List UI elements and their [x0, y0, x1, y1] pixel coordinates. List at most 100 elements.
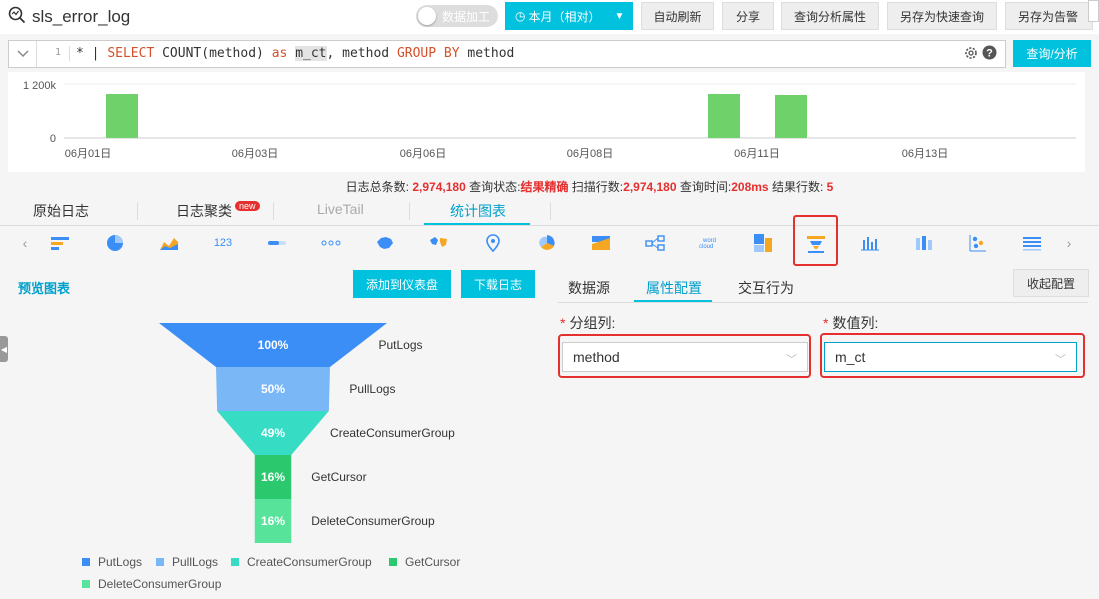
funnel-category-label: GetCursor [311, 470, 366, 484]
column-chart-icon[interactable] [913, 232, 935, 254]
time-label: 查询时间: [679, 180, 732, 194]
collapse-config-button[interactable]: 收起配置 [1013, 269, 1089, 297]
query-rest: , method [326, 46, 397, 61]
value-column-text: 数值列: [832, 315, 879, 331]
svg-text:cloud: cloud [699, 244, 713, 250]
legend-label[interactable]: CreateConsumerGroup [247, 555, 372, 569]
word-cloud-icon[interactable]: word cloud [698, 232, 720, 254]
clock-icon: ◷ [515, 9, 526, 23]
log-histogram: 1 200k 0 06月01日 06月03日 06月06日 06月08日 06月… [8, 72, 1085, 172]
tab-divider [409, 202, 410, 220]
funnel-category-label: DeleteConsumerGroup [311, 514, 435, 528]
legend-label[interactable]: PutLogs [98, 555, 142, 569]
funnel-percent-label: 49% [261, 426, 285, 440]
auto-refresh-button[interactable]: 自动刷新 [641, 2, 714, 30]
hist-bar[interactable] [708, 94, 740, 138]
treemap-icon[interactable] [752, 232, 774, 254]
status-label: 查询状态: [469, 180, 521, 194]
query-editor[interactable]: 1 * | SELECT COUNT(method) as m_ct, meth… [8, 40, 1006, 68]
kw-as: as [271, 46, 288, 61]
logstore-title: sls_error_log [32, 6, 131, 26]
rows-label: 结果行数: [771, 180, 824, 194]
legend-swatch[interactable] [389, 558, 397, 566]
table-chart-icon[interactable] [49, 232, 71, 254]
group-column-text: 分组列: [569, 315, 616, 331]
pie-chart-icon[interactable] [104, 232, 126, 254]
tab-stats-chart[interactable]: 统计图表 [450, 201, 506, 221]
funnel-percent-label: 16% [261, 514, 285, 528]
query-tail: method [459, 46, 515, 61]
tab-interaction[interactable]: 交互行为 [738, 278, 794, 298]
rose-chart-icon[interactable] [536, 232, 558, 254]
query-arg: (method) [201, 46, 272, 61]
world-map-icon[interactable] [428, 232, 450, 254]
legend-swatch[interactable] [82, 580, 90, 588]
save-quick-query-button[interactable]: 另存为快速查询 [887, 2, 997, 30]
hist-bar[interactable] [775, 95, 807, 138]
tree-icon[interactable] [644, 232, 666, 254]
flow-chart-icon[interactable] [320, 232, 342, 254]
legend-swatch[interactable] [231, 558, 239, 566]
number-chart-icon[interactable]: 123 [212, 232, 234, 254]
area-chart-icon[interactable] [158, 232, 180, 254]
tab-livetail[interactable]: LiveTail [317, 201, 364, 217]
funnel-chart: 100% PutLogs 50% PullLogs 49% CreateConsumerG… [82, 323, 460, 591]
china-map-icon[interactable] [374, 232, 396, 254]
group-column-label: * 分组列: [560, 313, 615, 333]
config-panel: 数据源 属性配置 交互行为 收起配置 * 分组列: * 数值列: method ﹀ … [558, 266, 1099, 599]
histogram-svg: 1 200k 0 06月01日 06月03日 06月06日 06月08日 06月… [23, 80, 1076, 160]
value-column-select[interactable]: m_ct ﹀ [824, 342, 1077, 372]
time-value: 208ms [731, 180, 769, 194]
scrollbar[interactable] [1088, 0, 1099, 22]
legend-label[interactable]: GetCursor [405, 555, 460, 569]
funnel-percent-label: 16% [261, 470, 285, 484]
editor-icons: ? [964, 45, 997, 63]
fn-count: COUNT [162, 46, 202, 61]
query-props-button[interactable]: 查询分析属性 [781, 2, 879, 30]
sankey-icon[interactable] [590, 232, 612, 254]
share-button[interactable]: 分享 [722, 2, 774, 30]
tab-divider [273, 202, 274, 220]
query-star: * | [76, 46, 108, 61]
hist-bar[interactable] [106, 94, 138, 138]
list-icon[interactable] [1021, 232, 1043, 254]
gear-icon[interactable] [964, 46, 978, 63]
tab-log-cluster[interactable]: 日志聚类 new [176, 201, 260, 221]
toggle-knob [418, 7, 436, 25]
scroll-right-icon[interactable]: › [1058, 232, 1080, 254]
scroll-left-icon[interactable]: ‹ [14, 232, 36, 254]
scan-value: 2,974,180 [623, 180, 677, 194]
value-column-value: m_ct [835, 349, 866, 365]
total-value: 2,974,180 [412, 180, 466, 194]
funnel-category-label: CreateConsumerGroup [330, 426, 455, 440]
legend-label[interactable]: DeleteConsumerGroup [98, 577, 222, 591]
scatter-icon[interactable] [967, 232, 989, 254]
data-process-label: 数据加工 [442, 9, 491, 24]
query-space [287, 46, 295, 61]
line-number: 1 [55, 47, 62, 58]
legend-swatch[interactable] [156, 558, 164, 566]
legend-label[interactable]: PullLogs [172, 555, 218, 569]
chevron-down-icon[interactable] [9, 41, 37, 67]
tab-data-source[interactable]: 数据源 [568, 278, 610, 298]
bar-chart-icon[interactable] [859, 232, 881, 254]
query-text[interactable]: * | SELECT COUNT(method) as m_ct, method… [69, 46, 514, 61]
new-badge: new [235, 201, 260, 211]
svg-text:?: ? [986, 48, 993, 60]
time-range-button[interactable]: ◷ 本月（相对） ▼ [505, 2, 633, 30]
tab-props-config[interactable]: 属性配置 [646, 278, 702, 298]
group-column-select[interactable]: method ﹀ [562, 342, 808, 372]
legend-swatch[interactable] [82, 558, 90, 566]
data-process-toggle[interactable]: 数据加工 [416, 5, 498, 27]
amap-icon[interactable] [482, 232, 504, 254]
caret-down-icon: ▼ [614, 10, 625, 22]
save-alert-button[interactable]: 另存为告警 [1005, 2, 1093, 30]
value-column-label: * 数值列: [823, 313, 878, 333]
status-value: 结果精确 [520, 180, 569, 194]
tab-raw-logs[interactable]: 原始日志 [33, 201, 89, 221]
hist-xtick: 06月13日 [902, 148, 948, 160]
progress-bar-icon[interactable] [266, 232, 288, 254]
config-tabs-divider [558, 302, 1088, 303]
query-analyze-button[interactable]: 查询/分析 [1013, 40, 1091, 67]
help-icon[interactable]: ? [982, 45, 997, 63]
